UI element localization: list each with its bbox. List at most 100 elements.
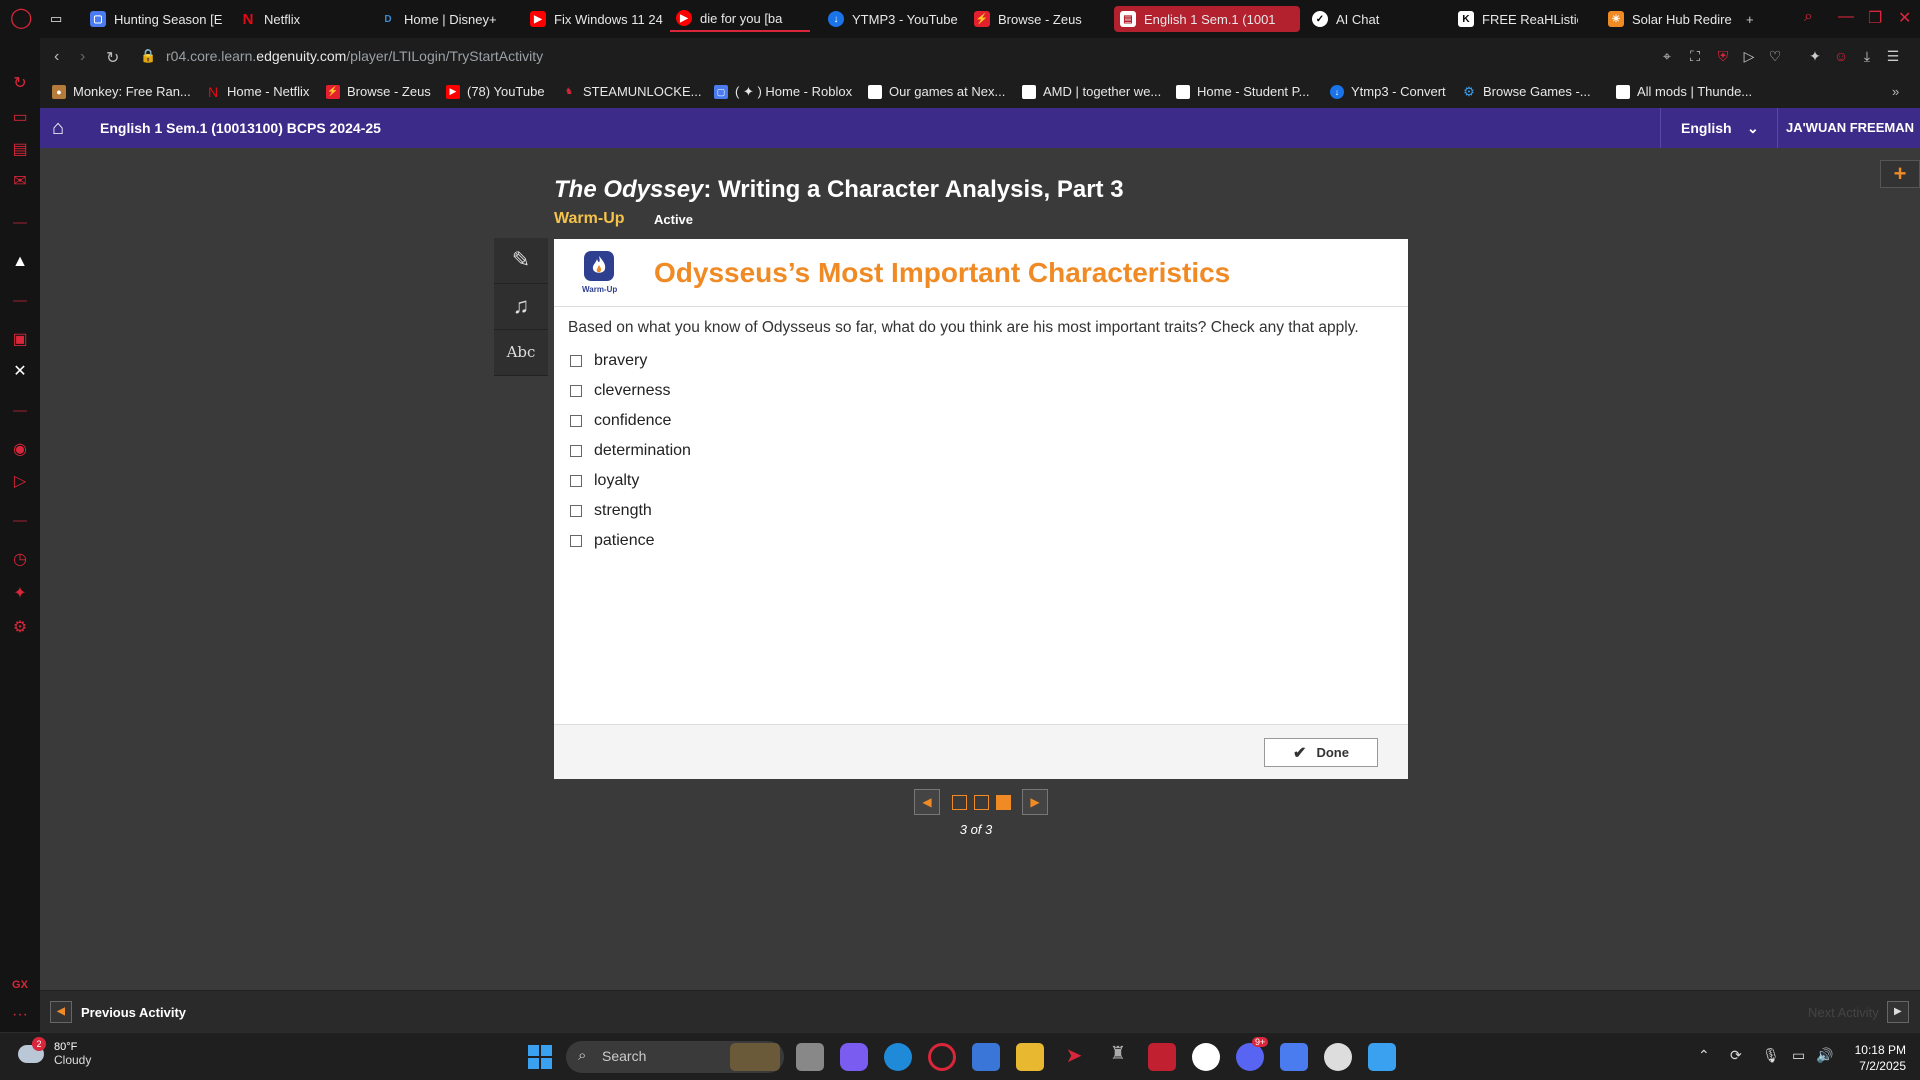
settings-gear-icon[interactable]: ⚙ — [10, 618, 30, 638]
dictionary-icon[interactable]: Abc — [494, 330, 548, 376]
sidebar-aria-icon[interactable]: ▲ — [10, 252, 30, 272]
edge-icon[interactable] — [884, 1043, 912, 1071]
sidebar-send-icon[interactable]: ▷ — [10, 472, 30, 492]
language-select[interactable]: English ⌄ — [1660, 108, 1778, 148]
option-bravery[interactable]: bravery — [570, 352, 647, 370]
option-patience[interactable]: patience — [570, 532, 655, 550]
forward-icon[interactable]: › — [80, 48, 85, 66]
bookmark-item[interactable]: ▶ (78) YouTube — [446, 84, 545, 99]
heart-icon[interactable]: ♡ — [1766, 48, 1784, 66]
restore-icon[interactable]: ❐ — [1868, 8, 1882, 28]
bookmark-item[interactable]: ⚡ Browse - Zeus — [326, 84, 431, 99]
volume-icon[interactable]: 🔊 — [1816, 1047, 1833, 1064]
task-view-icon[interactable] — [796, 1043, 824, 1071]
clock[interactable]: 10:18 PM 7/2/2025 — [1840, 1042, 1906, 1074]
microsoft-store-icon[interactable] — [972, 1043, 1000, 1071]
g-hub-icon[interactable] — [1192, 1043, 1220, 1071]
x-twitter-icon[interactable]: ✕ — [10, 362, 30, 382]
checkbox[interactable] — [570, 415, 582, 427]
option-determination[interactable]: determination — [570, 442, 691, 460]
url-field[interactable]: r04.core.learn.edgenuity.com/player/LTIL… — [166, 48, 543, 64]
reload-icon[interactable]: ↻ — [106, 48, 119, 68]
done-button[interactable]: ✔ Done — [1264, 738, 1378, 767]
sidebar-refresh-icon[interactable]: ↻ — [10, 74, 30, 94]
tab-menu-icon[interactable]: ▭ — [44, 6, 70, 32]
tab[interactable]: K FREE ReaHListic I — [1452, 6, 1578, 32]
weather-widget[interactable]: 2 80°F Cloudy — [18, 1037, 91, 1067]
app-icon[interactable]: ♜ — [1104, 1043, 1132, 1071]
user-name[interactable]: JA'WUAN FREEMAN — [1780, 120, 1920, 135]
bookmark-item[interactable]: AMD | together we... — [1022, 84, 1161, 99]
checkbox[interactable] — [570, 505, 582, 517]
bookmark-item[interactable]: N Home - Netflix — [206, 84, 309, 100]
sidebar-player-icon[interactable]: ◉ — [10, 440, 30, 460]
twitch-icon[interactable]: ▣ — [10, 330, 30, 350]
history-icon[interactable]: ◷ — [10, 550, 30, 570]
close-icon[interactable]: ✕ — [1898, 8, 1911, 28]
tab[interactable]: D Home | Disney+ — [374, 6, 544, 32]
bookmark-item[interactable]: ▢ ( ✦ ) Home - Roblox — [714, 84, 852, 100]
tab-search-icon[interactable]: ⌕ — [1804, 8, 1813, 26]
home-icon[interactable]: ⌂ — [52, 117, 64, 140]
tab[interactable]: N Netflix — [234, 6, 354, 32]
tab[interactable]: ⚡ Browse - Zeus — [968, 6, 1118, 32]
play-icon[interactable]: ▷ — [1740, 48, 1758, 66]
headphones-icon[interactable]: ♫ — [494, 284, 548, 330]
bookmark-item[interactable]: Home - Student P... — [1176, 84, 1310, 99]
xbox-bar-icon[interactable] — [1148, 1043, 1176, 1071]
tab[interactable]: ↓ YTMP3 - YouTube — [822, 6, 958, 32]
file-explorer-icon[interactable] — [1016, 1043, 1044, 1071]
pencil-icon[interactable]: ✎ — [494, 238, 548, 284]
checkbox[interactable] — [570, 385, 582, 397]
lock-icon[interactable]: 🔒 — [140, 48, 156, 64]
plus-icon[interactable]: + — [1880, 160, 1920, 188]
sidebar-mail-icon[interactable]: ✉ — [10, 172, 30, 192]
checkbox[interactable] — [570, 475, 582, 487]
bookmark-item[interactable]: Our games at Nex... — [868, 84, 1005, 99]
redragon-icon[interactable]: ➤ — [1060, 1043, 1088, 1071]
windows-start-icon[interactable] — [528, 1045, 552, 1069]
tab[interactable]: ✓ AI Chat — [1306, 6, 1446, 32]
copilot-icon[interactable] — [840, 1043, 868, 1071]
prev-page-icon[interactable]: ◀ — [914, 789, 940, 815]
option-confidence[interactable]: confidence — [570, 412, 671, 430]
notepad-icon[interactable] — [1368, 1043, 1396, 1071]
option-strength[interactable]: strength — [570, 502, 652, 520]
vpn-shield-icon[interactable]: ⛨ — [1714, 48, 1732, 66]
next-page-icon[interactable]: ▶ — [1022, 789, 1048, 815]
sync-icon[interactable]: ⟳ — [1730, 1047, 1742, 1064]
pin-icon[interactable]: ⌖ — [1658, 48, 1676, 66]
roblox-icon[interactable] — [1280, 1043, 1308, 1071]
sidebar-shop-icon[interactable]: ▭ — [10, 108, 30, 128]
bookmarks-overflow-icon[interactable]: » — [1892, 84, 1899, 99]
tab[interactable]: ▢ Hunting Season [E — [84, 6, 254, 32]
page-square[interactable] — [974, 795, 989, 810]
bookmark-item[interactable]: ● Monkey: Free Ran... — [52, 84, 191, 99]
tab[interactable]: ▶ Fix Windows 11 24 — [524, 6, 664, 32]
next-activity-button[interactable]: Next Activity ▶ — [1808, 1001, 1909, 1023]
new-tab-button[interactable]: + — [1740, 6, 1762, 32]
sidebar-more-icon[interactable]: ··· — [10, 1005, 30, 1025]
back-icon[interactable]: ‹ — [54, 48, 59, 66]
option-cleverness[interactable]: cleverness — [570, 382, 670, 400]
opera-logo-icon[interactable]: ◯ — [10, 8, 32, 28]
extensions-icon[interactable]: ✦ — [1806, 48, 1824, 66]
checkbox[interactable] — [570, 355, 582, 367]
bookmark-item[interactable]: ⚙ Browse Games -... — [1462, 84, 1590, 100]
minimize-icon[interactable]: — — [1838, 8, 1854, 26]
download-icon[interactable]: ⤓ — [1858, 48, 1876, 66]
profile-icon[interactable]: ☺ — [1832, 48, 1850, 66]
snapshot-icon[interactable]: ⛶ — [1686, 48, 1704, 66]
sidebar-stripes-icon[interactable]: ▤ — [10, 140, 30, 160]
page-square-current[interactable] — [996, 795, 1011, 810]
checkbox[interactable] — [570, 445, 582, 457]
bookmark-item[interactable]: ♞ STEAMUNLOCKE... — [562, 84, 702, 99]
previous-activity-button[interactable]: ◀ Previous Activity — [50, 1001, 186, 1023]
onedrive-icon[interactable] — [1324, 1043, 1352, 1071]
opera-gx-icon[interactable] — [928, 1043, 956, 1071]
page-square[interactable] — [952, 795, 967, 810]
bookmark-item[interactable]: ↓ Ytmp3 - Convert — [1330, 84, 1446, 99]
network-icon[interactable]: ▭ — [1792, 1047, 1805, 1064]
extensions-icon[interactable]: ✦ — [10, 584, 30, 604]
tab-active[interactable]: ▤ English 1 Sem.1 (1001 — [1114, 6, 1300, 32]
